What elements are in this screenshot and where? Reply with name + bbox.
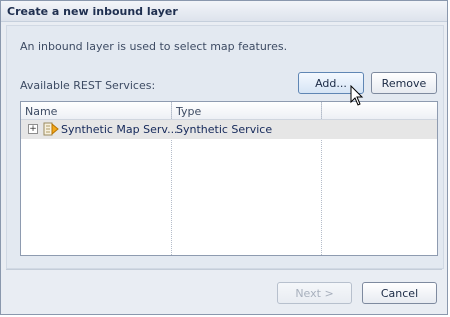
mouse-cursor-icon: [350, 85, 364, 106]
remove-button-label: Remove: [381, 76, 427, 90]
dialog-title: Create a new inbound layer: [7, 5, 178, 18]
service-icon: [43, 122, 59, 136]
add-button-label: Add...: [315, 76, 347, 90]
next-button-label: Next >: [295, 286, 334, 300]
row-type-cell: Synthetic Service: [176, 123, 273, 136]
row-name-cell: Synthetic Map Serv...: [61, 123, 178, 136]
column-header-type[interactable]: Type: [176, 105, 201, 118]
remove-button[interactable]: Remove: [371, 72, 437, 94]
column-header-name[interactable]: Name: [25, 105, 57, 118]
next-button[interactable]: Next >: [277, 282, 352, 304]
available-services-label: Available REST Services:: [20, 79, 156, 92]
cancel-button[interactable]: Cancel: [362, 282, 437, 304]
table-row[interactable]: + Synthetic Map Serv... Synthetic Servic…: [21, 120, 437, 139]
footer-divider: [6, 269, 442, 270]
description-text: An inbound layer is used to select map f…: [20, 40, 288, 53]
title-bar: Create a new inbound layer: [1, 1, 447, 22]
services-table[interactable]: Name Type + Synthetic Map Serv... Synthe…: [20, 101, 438, 256]
table-header: Name Type: [21, 102, 437, 120]
create-inbound-layer-dialog: Create a new inbound layer An inbound la…: [0, 0, 448, 315]
expand-icon[interactable]: +: [28, 124, 38, 134]
content-panel: An inbound layer is used to select map f…: [6, 25, 444, 269]
cancel-button-label: Cancel: [380, 286, 419, 300]
